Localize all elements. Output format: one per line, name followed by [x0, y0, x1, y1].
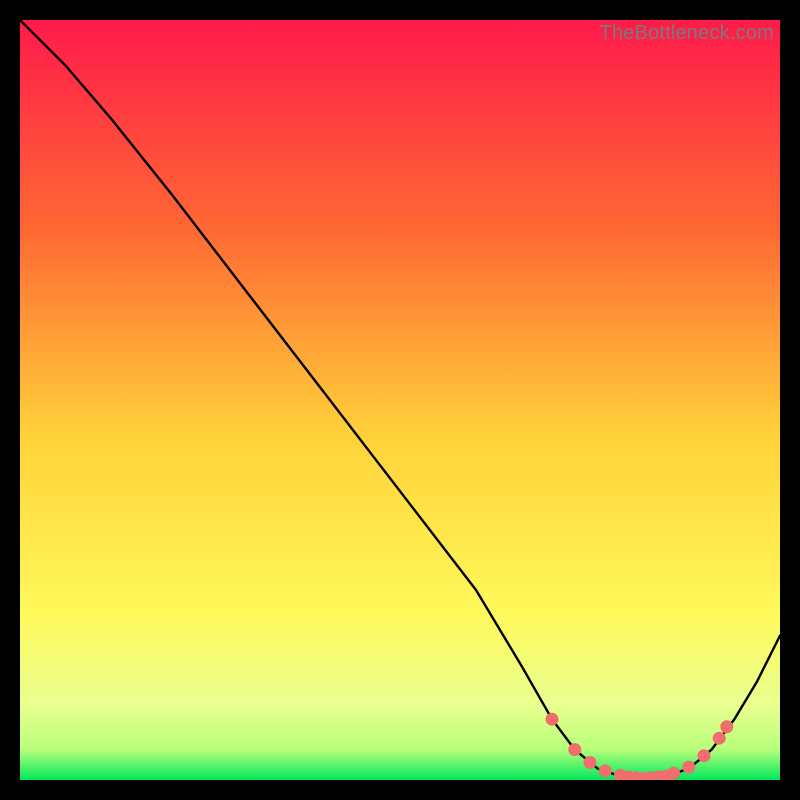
gradient-background: [20, 20, 780, 780]
data-marker: [698, 750, 710, 762]
bottleneck-chart: [20, 20, 780, 780]
data-marker: [721, 721, 733, 733]
data-marker: [584, 757, 596, 769]
watermark-label: TheBottleneck.com: [599, 22, 774, 45]
data-marker: [668, 767, 680, 779]
data-marker: [683, 761, 695, 773]
data-marker: [569, 744, 581, 756]
data-marker: [546, 713, 558, 725]
data-marker: [713, 732, 725, 744]
data-marker: [599, 765, 611, 777]
chart-frame: TheBottleneck.com: [20, 20, 780, 780]
